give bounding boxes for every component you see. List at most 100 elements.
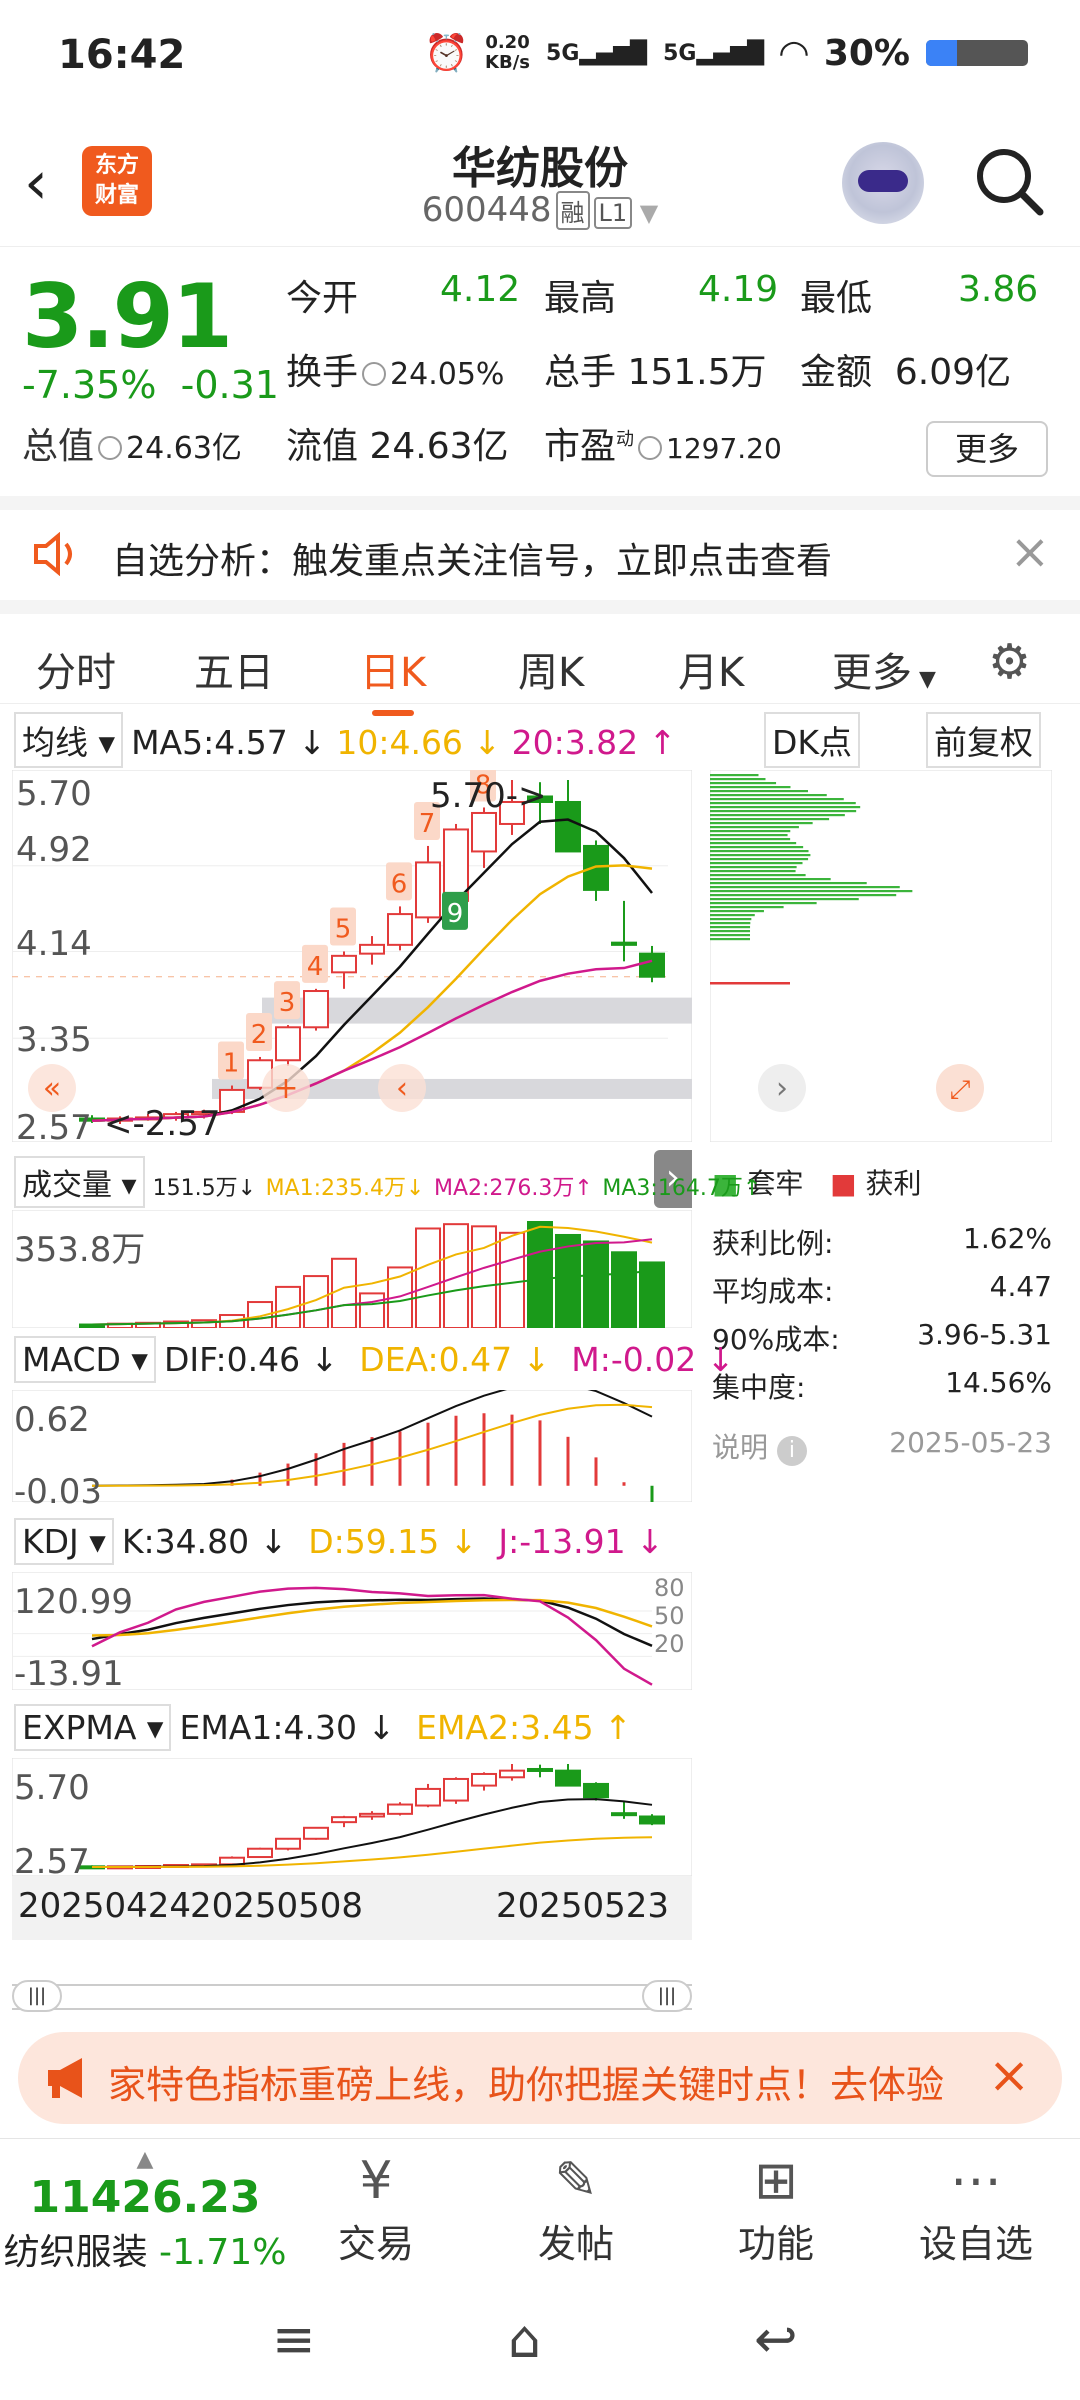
ma-selector[interactable]: 均线 ▾	[14, 712, 124, 768]
info-icon[interactable]	[98, 436, 123, 460]
chip-bar	[710, 830, 791, 833]
range-handle-right[interactable]: |||	[642, 1980, 692, 2012]
sector-index[interactable]: ▲ 11426.23 纺织服装 -1.71%	[0, 2147, 290, 2275]
wifi-icon: ◠	[780, 32, 808, 74]
info-icon[interactable]	[638, 436, 663, 460]
expma-candle-body	[359, 1812, 385, 1818]
chart-nav-glyph: ‹	[396, 1071, 408, 1106]
turnover: 换手 24.05%	[286, 352, 505, 393]
macd-y-bottom: -0.03	[14, 1472, 102, 1512]
trade-button[interactable]: ¥ 交易	[306, 2151, 446, 2268]
chip-bar	[710, 930, 751, 933]
expma-candle-body	[471, 1772, 497, 1787]
chip-bar	[710, 818, 830, 821]
tab-more[interactable]: 更多 ▼	[832, 640, 936, 698]
chip-bar	[710, 874, 806, 877]
y-tick-2: 4.92	[16, 830, 92, 870]
chip-bar	[710, 934, 751, 937]
amount: 金额 6.09亿	[800, 352, 1012, 393]
volume-selector[interactable]: 成交量 ▾	[14, 1156, 145, 1208]
close-icon[interactable]: ×	[1010, 524, 1050, 580]
kdj-selector[interactable]: KDJ ▾	[14, 1518, 114, 1565]
tab-monthly-k[interactable]: 月K	[678, 640, 744, 698]
expma-candle-body	[583, 1782, 609, 1799]
stock-header: ‹ 东方 财富 华纺股份 600448 融 L1 ▼	[0, 118, 1080, 246]
y-tick-bottom: 2.57	[16, 1108, 92, 1148]
candle-body	[639, 952, 665, 978]
more-button[interactable]: 更多	[926, 421, 1048, 477]
chip-bar	[710, 790, 809, 793]
tab-intraday[interactable]: 分时	[36, 640, 116, 698]
function-button[interactable]: ⊞ 功能	[706, 2151, 846, 2268]
volume-bar	[471, 1225, 497, 1328]
dropdown-caret-icon[interactable]: ▼	[632, 199, 658, 227]
candle-body	[387, 913, 413, 946]
analysis-alert[interactable]: 自选分析：触发重点关注信号，立即点击查看 ×	[0, 496, 1080, 600]
alert-text: 自选分析：触发重点关注信号，立即点击查看	[112, 541, 833, 582]
volume-bar	[415, 1227, 441, 1328]
td-signal-3: 3	[279, 988, 296, 1018]
tab-daily-k[interactable]: 日K	[360, 640, 426, 716]
volume-legend: 成交量 ▾ 151.5万↓ MA1:235.4万↓ MA2:276.3万↑ MA3…	[14, 1156, 761, 1208]
macd-chart[interactable]	[12, 1390, 692, 1502]
menu-icon[interactable]: ≡	[272, 2310, 316, 2370]
chip-note[interactable]: 说明 i 2025-05-23	[712, 1426, 1052, 1466]
more-dots-icon: ⋯	[950, 2151, 1002, 2211]
chip-bar	[710, 838, 791, 841]
expma-candle-body	[387, 1803, 413, 1815]
assistant-robot-icon[interactable]	[842, 142, 924, 224]
y-tick-4: 3.35	[16, 1020, 92, 1060]
info-icon: i	[776, 1436, 807, 1466]
home-icon[interactable]: ⌂	[508, 2310, 541, 2370]
chip-bar	[710, 922, 751, 925]
banner-text: 家特色指标重磅上线，助你把握关键时点！去体验	[108, 2063, 945, 2107]
range-scrollbar[interactable]: ||| |||	[12, 1980, 692, 2012]
expma-selector[interactable]: EXPMA ▾	[14, 1704, 172, 1751]
add-watchlist-button[interactable]: ⋯ 设自选	[906, 2151, 1046, 2268]
promo-banner[interactable]: 家特色指标重磅上线，助你把握关键时点！去体验 ×	[18, 2032, 1062, 2124]
volume-bar	[331, 1257, 357, 1328]
expma-chart[interactable]	[12, 1758, 692, 1876]
kdj-y-bottom: -13.91	[14, 1654, 124, 1694]
chip-bar	[710, 802, 856, 805]
candlestick-chart[interactable]: 123456789« + ‹	[12, 770, 692, 1142]
volume-bar	[583, 1240, 609, 1328]
chip-bar	[710, 782, 777, 785]
chip-bar	[710, 810, 857, 813]
range-handle-left[interactable]: |||	[12, 1980, 62, 2012]
macd-selector[interactable]: MACD ▾	[14, 1336, 156, 1383]
td-signal-6: 6	[391, 869, 408, 899]
td-signal-4: 4	[307, 952, 324, 982]
candle-body	[275, 1026, 301, 1062]
chip-bar	[710, 858, 809, 861]
battery-percent: 30%	[823, 32, 910, 74]
chip-avg-cost: 平均成本: 4.47	[712, 1270, 1052, 1308]
gear-icon[interactable]: ⚙	[988, 634, 1031, 690]
volume-y-tick: 353.8万	[14, 1230, 146, 1270]
volume-bar	[443, 1223, 469, 1328]
volume-bar	[499, 1231, 525, 1328]
max-price-label: 5.70->	[430, 776, 547, 816]
battery-icon	[926, 40, 1028, 66]
min-price-label: <-2.57	[104, 1104, 221, 1144]
post-button[interactable]: ✎ 发帖	[506, 2151, 646, 2268]
low-label: 最低	[800, 278, 873, 319]
chip-bar	[710, 894, 897, 897]
tab-five-day[interactable]: 五日	[194, 640, 274, 698]
search-icon[interactable]	[974, 146, 1044, 216]
dk-button[interactable]: DK点	[764, 712, 868, 768]
chip-distribution-chart[interactable]: › ⤢	[710, 770, 1052, 1142]
info-icon[interactable]	[362, 362, 387, 386]
date-mid: 20250508	[190, 1886, 364, 1926]
close-icon[interactable]: ×	[988, 2046, 1030, 2104]
back-icon[interactable]: ↩	[754, 2310, 798, 2370]
chip-bar	[710, 926, 751, 929]
status-bar: 16:42 ⏰ 0.20 KB/s 5G▂▄▆█ 5G▂▄▆█ ◠ 30%	[0, 0, 1080, 118]
chip-bar	[710, 870, 796, 873]
tab-weekly-k[interactable]: 周K	[518, 640, 584, 698]
adjust-button[interactable]: 前复权	[926, 712, 1049, 768]
expma-candle-body	[611, 1812, 637, 1817]
chart-nav-glyph: «	[43, 1071, 61, 1106]
edit-icon: ✎	[554, 2151, 598, 2211]
chip-bar	[710, 774, 759, 777]
